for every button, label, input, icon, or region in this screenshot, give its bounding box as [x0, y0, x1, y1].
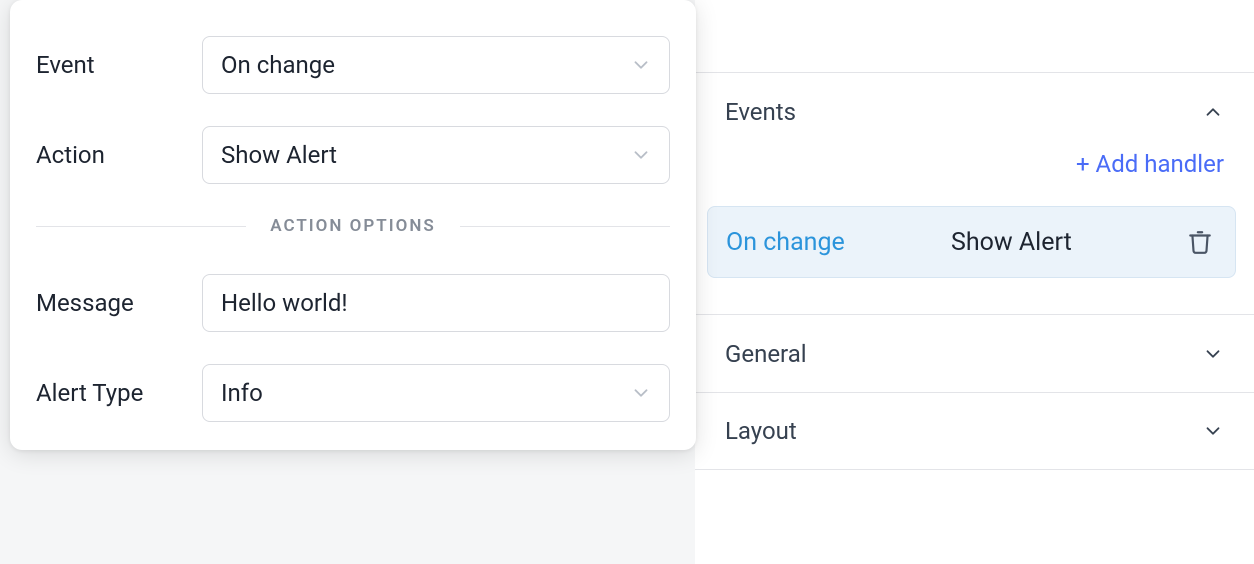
inspector-panel: Events + Add handler On change Show Aler… [695, 0, 1254, 564]
delete-handler-button[interactable] [1183, 225, 1217, 259]
handler-action-label: Show Alert [951, 228, 1183, 257]
general-section-header[interactable]: General [695, 314, 1254, 392]
add-handler-row: + Add handler [695, 150, 1254, 178]
events-section-title: Events [725, 98, 796, 126]
message-input[interactable] [202, 274, 670, 332]
alert-type-select-wrap: Info [202, 364, 670, 422]
event-row: Event On change [36, 36, 670, 94]
add-handler-button[interactable]: + Add handler [1076, 150, 1224, 178]
alert-type-select[interactable]: Info [202, 364, 670, 422]
layout-section-title: Layout [725, 417, 797, 445]
event-select[interactable]: On change [202, 36, 670, 94]
message-control [202, 274, 670, 332]
events-section-header[interactable]: Events [695, 72, 1254, 150]
event-handler-popover: Event On change Action Show Alert ACTION… [10, 0, 696, 450]
alert-type-label: Alert Type [36, 379, 202, 407]
alert-type-row: Alert Type Info [36, 364, 670, 422]
general-section-title: General [725, 340, 807, 368]
message-label: Message [36, 289, 202, 317]
chevron-up-icon [1202, 101, 1224, 123]
event-select-wrap: On change [202, 36, 670, 94]
handler-row[interactable]: On change Show Alert [707, 206, 1236, 278]
trash-icon [1187, 229, 1213, 255]
layout-section-header[interactable]: Layout [695, 392, 1254, 470]
chevron-down-icon [1202, 343, 1224, 365]
action-row: Action Show Alert [36, 126, 670, 184]
action-select-wrap: Show Alert [202, 126, 670, 184]
action-label: Action [36, 141, 202, 169]
action-options-label: ACTION OPTIONS [246, 216, 460, 236]
action-select[interactable]: Show Alert [202, 126, 670, 184]
event-label: Event [36, 51, 202, 79]
divider-line-right [460, 226, 670, 227]
handler-event-label: On change [726, 228, 951, 257]
chevron-down-icon [1202, 420, 1224, 442]
message-row: Message [36, 274, 670, 332]
action-options-divider: ACTION OPTIONS [36, 216, 670, 236]
divider-line-left [36, 226, 246, 227]
